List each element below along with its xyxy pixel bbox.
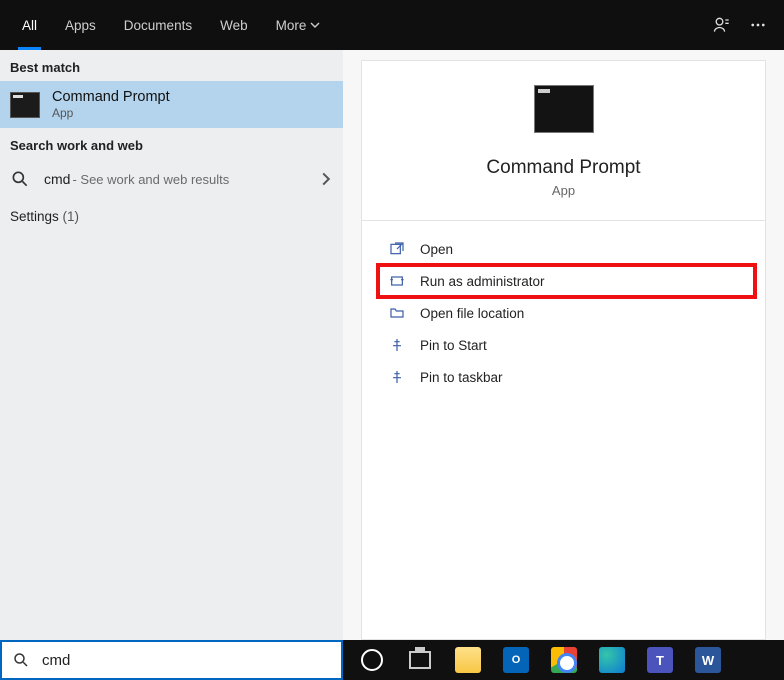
word-icon: W	[695, 647, 721, 673]
task-view-icon	[409, 651, 431, 669]
action-open[interactable]: Open	[378, 233, 755, 265]
search-input[interactable]	[40, 651, 331, 670]
settings-label: Settings	[10, 209, 59, 224]
task-view-button[interactable]	[397, 640, 443, 680]
action-run-admin-label: Run as administrator	[420, 274, 545, 289]
settings-group[interactable]: Settings (1)	[0, 199, 343, 234]
chrome-icon	[551, 647, 577, 673]
search-icon	[12, 651, 30, 669]
action-open-loc-label: Open file location	[420, 306, 524, 321]
edge-icon	[599, 647, 625, 673]
folder-icon	[386, 305, 408, 321]
tab-more-label: More	[276, 18, 307, 33]
search-web-result[interactable]: cmd - See work and web results	[0, 159, 343, 199]
result-command-prompt[interactable]: Command Prompt App	[0, 81, 343, 128]
search-web-query: cmd	[44, 171, 70, 187]
action-open-label: Open	[420, 242, 453, 257]
search-web-hint: - See work and web results	[72, 172, 229, 187]
tab-apps[interactable]: Apps	[51, 0, 110, 50]
search-tabs: All Apps Documents Web More	[0, 0, 784, 50]
action-pin-taskbar-label: Pin to taskbar	[420, 370, 503, 385]
detail-pane: Command Prompt App Open Run as administr…	[361, 60, 766, 640]
detail-subtitle: App	[552, 183, 575, 198]
taskbar-word[interactable]: W	[685, 640, 731, 680]
results-pane: Best match Command Prompt App Search wor…	[0, 50, 343, 640]
result-title: Command Prompt	[52, 89, 333, 105]
cmd-icon	[10, 92, 40, 118]
cmd-icon	[534, 85, 594, 133]
taskbar-outlook[interactable]: O	[493, 640, 539, 680]
action-list: Open Run as administrator Open file loca…	[362, 221, 765, 393]
taskbar-teams[interactable]: T	[637, 640, 683, 680]
taskbar-file-explorer[interactable]	[445, 640, 491, 680]
detail-pane-container: Command Prompt App Open Run as administr…	[343, 50, 784, 640]
tab-more[interactable]: More	[262, 0, 335, 50]
best-match-header: Best match	[0, 50, 343, 81]
file-explorer-icon	[455, 647, 481, 673]
action-run-as-administrator[interactable]: Run as administrator	[378, 265, 755, 297]
pin-icon	[386, 337, 408, 353]
detail-title: Command Prompt	[486, 157, 640, 179]
settings-count: (1)	[63, 209, 80, 224]
tab-web[interactable]: Web	[206, 0, 262, 50]
chevron-right-icon	[319, 172, 333, 186]
action-pin-to-taskbar[interactable]: Pin to taskbar	[378, 361, 755, 393]
search-web-header: Search work and web	[0, 128, 343, 159]
shield-icon	[386, 273, 408, 289]
teams-icon: T	[647, 647, 673, 673]
feedback-icon[interactable]	[704, 7, 740, 43]
action-pin-start-label: Pin to Start	[420, 338, 487, 353]
chevron-down-icon	[310, 20, 320, 30]
pin-icon	[386, 369, 408, 385]
more-options-icon[interactable]	[740, 7, 776, 43]
outlook-icon: O	[503, 647, 529, 673]
tab-documents[interactable]: Documents	[110, 0, 206, 50]
result-text: Command Prompt App	[52, 89, 333, 120]
open-icon	[386, 241, 408, 257]
cortana-button[interactable]	[349, 640, 395, 680]
action-open-file-location[interactable]: Open file location	[378, 297, 755, 329]
action-pin-to-start[interactable]: Pin to Start	[378, 329, 755, 361]
taskbar-chrome[interactable]	[541, 640, 587, 680]
taskbar-edge[interactable]	[589, 640, 635, 680]
search-box[interactable]	[0, 640, 343, 680]
cortana-icon	[361, 649, 383, 671]
taskbar: O T W	[343, 640, 784, 680]
search-icon	[10, 169, 30, 189]
result-subtitle: App	[52, 106, 333, 120]
tab-all[interactable]: All	[8, 0, 51, 50]
